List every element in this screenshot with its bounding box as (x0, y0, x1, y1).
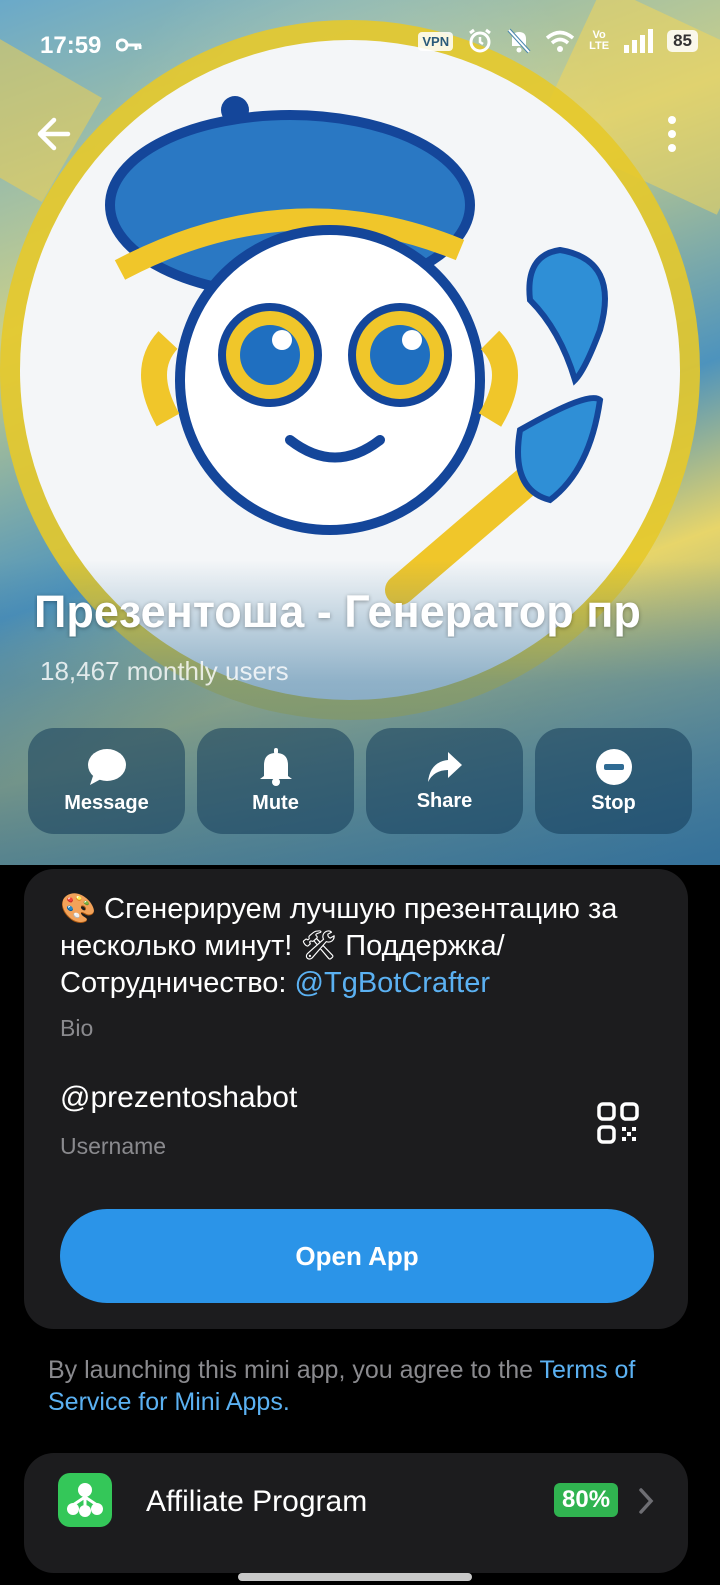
message-label: Message (64, 791, 149, 814)
terms-suffix: . (282, 1388, 290, 1416)
back-arrow-icon[interactable] (30, 112, 80, 156)
action-buttons: Message Mute Share Stop (28, 728, 692, 834)
stop-button[interactable]: Stop (535, 728, 692, 834)
mute-label: Mute (252, 791, 299, 814)
message-icon (87, 748, 126, 785)
alarm-icon (469, 28, 492, 53)
chevron-right-icon (639, 1488, 654, 1514)
notifications-off-icon (507, 28, 531, 54)
monthly-users: 18,467 monthly users (40, 656, 289, 686)
bio-caption: Bio (60, 1015, 94, 1041)
stop-label: Stop (591, 791, 636, 814)
stop-icon (595, 748, 632, 785)
username[interactable]: @prezentoshabot (60, 1081, 297, 1115)
profile-header: 17:59 VPN Vo LTE 85 Презентоша - Генерат… (0, 0, 720, 865)
more-vertical-icon[interactable] (662, 112, 682, 156)
qr-code-icon[interactable] (596, 1101, 640, 1145)
share-icon (427, 751, 462, 782)
home-indicator[interactable] (238, 1573, 472, 1581)
mute-button[interactable]: Mute (197, 728, 354, 834)
status-time: 17:59 (40, 32, 102, 59)
bio-text: 🎨 Сгенерируем лучшую презентацию за неск… (60, 891, 660, 1002)
affiliate-program-row[interactable]: Affiliate Program 80% (24, 1453, 688, 1573)
bio-link[interactable]: @TgBotCrafter (295, 967, 490, 999)
info-card: 🎨 Сгенерируем лучшую презентацию за неск… (24, 869, 688, 1329)
signal-icon (624, 29, 654, 53)
commission-badge: 80% (554, 1483, 619, 1517)
bot-title: Презентоша - Генератор пр (34, 586, 641, 637)
wifi-icon (545, 30, 575, 52)
open-app-button[interactable]: Open App (60, 1209, 654, 1303)
share-button[interactable]: Share (366, 728, 523, 834)
affiliate-icon (58, 1473, 112, 1527)
terms-notice: By launching this mini app, you agree to… (48, 1354, 678, 1418)
username-caption: Username (60, 1133, 167, 1159)
bell-icon (259, 747, 292, 786)
volte-indicator: Vo LTE (589, 29, 610, 52)
affiliate-label: Affiliate Program (146, 1485, 368, 1518)
key-icon (116, 38, 142, 52)
vpn-badge: VPN (418, 31, 454, 51)
status-bar: 17:59 VPN Vo LTE 85 (0, 0, 720, 92)
battery-indicator: 85 (667, 30, 698, 52)
share-label: Share (416, 789, 473, 812)
message-button[interactable]: Message (28, 728, 185, 834)
terms-text: By launching this mini app, you agree to… (48, 1356, 540, 1384)
